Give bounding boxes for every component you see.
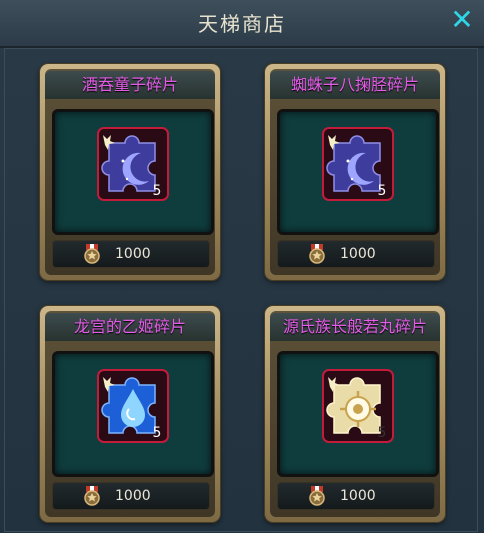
count-label: 5: [153, 183, 162, 199]
moon-fragment-icon: 5: [97, 127, 169, 201]
card-body: 蜘蛛子八掬胫碎片 5 1000: [270, 69, 440, 275]
price-value: 1000: [340, 488, 376, 504]
sun-fragment-icon: 5: [322, 369, 394, 443]
count-label: 5: [378, 183, 387, 199]
card-body: 龙宫的乙姬碎片 5 1000: [45, 311, 215, 517]
ladder-medal-icon: [309, 244, 325, 264]
item-name: 酒吞童子碎片: [45, 71, 215, 99]
shop-item-card[interactable]: 酒吞童子碎片 5 1000: [40, 64, 220, 280]
card-body: 酒吞童子碎片 5 1000: [45, 69, 215, 275]
count-label: 5: [378, 425, 387, 441]
moon-fragment-icon: 5: [322, 127, 394, 201]
item-slot[interactable]: 5: [277, 109, 439, 235]
ladder-medal-icon: [309, 486, 325, 506]
price-row: 1000: [52, 482, 210, 510]
item-slot[interactable]: 5: [277, 351, 439, 477]
title-bar: 天梯商店 ✕: [0, 0, 484, 48]
price-value: 1000: [115, 488, 151, 504]
item-name: 源氏族长般若丸碎片: [270, 313, 440, 341]
price-value: 1000: [115, 246, 151, 262]
price-row: 1000: [277, 240, 435, 268]
price-value: 1000: [340, 246, 376, 262]
ladder-medal-icon: [84, 244, 100, 264]
item-slot[interactable]: 5: [52, 351, 214, 477]
price-row: 1000: [277, 482, 435, 510]
water-fragment-icon: 5: [97, 369, 169, 443]
item-name: 蜘蛛子八掬胫碎片: [270, 71, 440, 99]
close-icon[interactable]: ✕: [448, 6, 476, 34]
count-label: 5: [153, 425, 162, 441]
shop-item-card[interactable]: 龙宫的乙姬碎片 5 1000: [40, 306, 220, 522]
card-body: 源氏族长般若丸碎片 5 1000: [270, 311, 440, 517]
page-title: 天梯商店: [198, 12, 286, 36]
shop-item-card[interactable]: 蜘蛛子八掬胫碎片 5 1000: [265, 64, 445, 280]
ladder-medal-icon: [84, 486, 100, 506]
shop-item-card[interactable]: 源氏族长般若丸碎片 5 1000: [265, 306, 445, 522]
price-row: 1000: [52, 240, 210, 268]
item-slot[interactable]: 5: [52, 109, 214, 235]
item-name: 龙宫的乙姬碎片: [45, 313, 215, 341]
